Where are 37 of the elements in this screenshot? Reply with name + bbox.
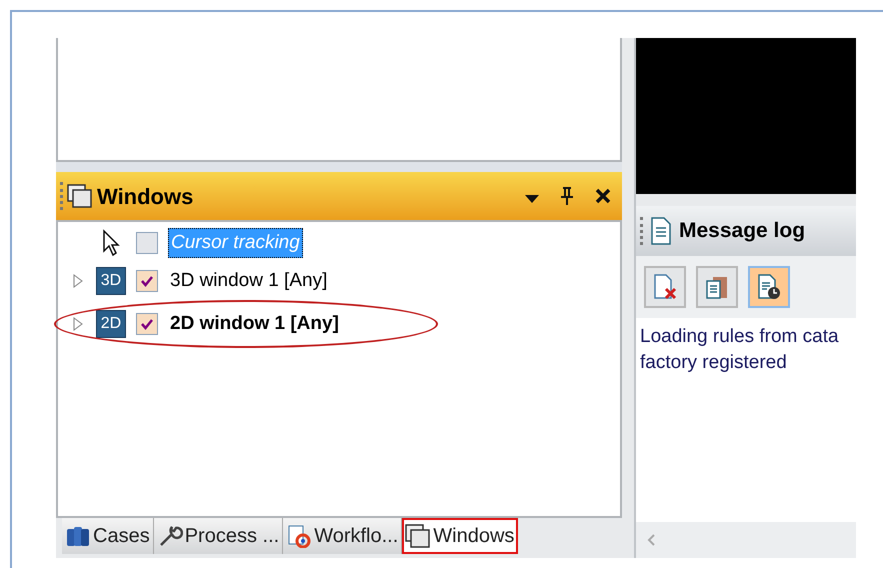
expand-icon[interactable] (72, 316, 84, 332)
stack-icon (65, 524, 91, 548)
checkbox[interactable] (136, 232, 158, 254)
panel-tab[interactable]: Workflo... (283, 518, 402, 554)
log-line: factory registered (640, 351, 788, 375)
tree-item[interactable]: 2D window 1 [Any] (168, 310, 341, 338)
window-type-icon: 3D (96, 267, 126, 295)
document-icon (649, 216, 673, 246)
check-icon (140, 275, 154, 287)
grip-icon (60, 182, 63, 210)
tree-row[interactable]: 3D 3D window 1 [Any] (58, 262, 620, 300)
clear-document-icon (652, 273, 678, 301)
toolbar-button[interactable] (748, 266, 790, 308)
panel-title: Message log (679, 218, 806, 244)
toolbar-button[interactable] (644, 266, 686, 308)
toolbar-button[interactable] (696, 266, 738, 308)
grip-icon (640, 217, 643, 245)
tree-row[interactable]: 2D 2D window 1 [Any] (58, 300, 620, 348)
document-icon (286, 524, 312, 548)
panel-tab[interactable]: Cases (62, 518, 154, 554)
expand-icon[interactable] (72, 273, 84, 289)
checkbox[interactable] (136, 313, 158, 335)
windows-icon (67, 184, 93, 208)
windows-icon (405, 524, 432, 548)
panel-title: Windows (97, 182, 194, 210)
document-clock-icon (756, 273, 782, 301)
close-icon[interactable] (594, 187, 612, 205)
log-line: Loading rules from cata (640, 325, 840, 349)
dropdown-icon[interactable] (524, 194, 540, 204)
panel-tab[interactable]: Process ... (154, 518, 284, 554)
window-type-icon: 2D (96, 310, 126, 338)
pin-icon[interactable] (560, 186, 574, 206)
tree-item[interactable]: 3D window 1 [Any] (168, 266, 330, 296)
check-icon (140, 318, 154, 330)
panel-tab[interactable]: Windows (402, 518, 518, 554)
checkbox[interactable] (136, 270, 158, 292)
horizontal-scrollbar[interactable] (636, 522, 856, 558)
